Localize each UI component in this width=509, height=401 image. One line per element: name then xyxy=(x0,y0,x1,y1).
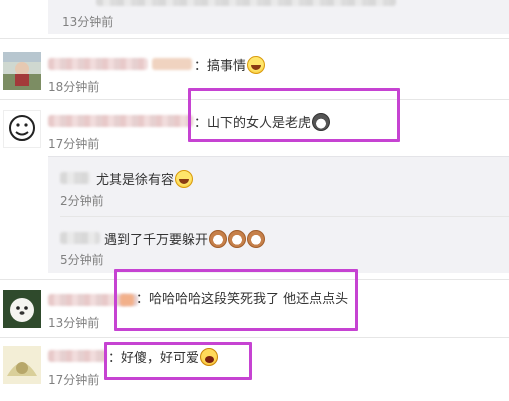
comment-text: ：搞事情 xyxy=(194,56,266,75)
reply-text: 遇到了千万要躲开 xyxy=(104,230,266,249)
avatar[interactable] xyxy=(3,110,41,148)
divider xyxy=(60,216,509,217)
username-obscured[interactable] xyxy=(48,350,106,362)
avatar[interactable] xyxy=(3,346,41,384)
obscured-text xyxy=(96,0,396,6)
highlight-box xyxy=(188,88,400,142)
username-obscured[interactable] xyxy=(48,115,193,127)
highlight-box xyxy=(114,269,358,331)
laugh-emoji xyxy=(175,170,194,188)
dog-emoji xyxy=(247,230,266,248)
username-obscured[interactable] xyxy=(48,58,148,70)
laugh-emoji xyxy=(247,56,266,74)
username-obscured[interactable] xyxy=(60,172,90,184)
highlight-box xyxy=(104,342,252,380)
avatar[interactable] xyxy=(3,52,41,90)
badge-obscured xyxy=(152,58,192,70)
divider xyxy=(0,337,509,338)
comment-time: 13分钟前 xyxy=(62,15,114,29)
dog-emoji xyxy=(209,230,228,248)
comment-time: 18分钟前 xyxy=(48,80,100,94)
comment-time: 17分钟前 xyxy=(48,137,100,151)
reply-text: 尤其是徐有容 xyxy=(96,170,194,189)
reply-time: 2分钟前 xyxy=(60,194,104,208)
username-obscured[interactable] xyxy=(60,232,100,244)
comment-time: 17分钟前 xyxy=(48,373,100,387)
comment-time: 13分钟前 xyxy=(48,316,100,330)
reply-time: 5分钟前 xyxy=(60,253,104,267)
avatar[interactable] xyxy=(3,290,41,328)
divider xyxy=(0,38,509,39)
dog-emoji xyxy=(228,230,247,248)
